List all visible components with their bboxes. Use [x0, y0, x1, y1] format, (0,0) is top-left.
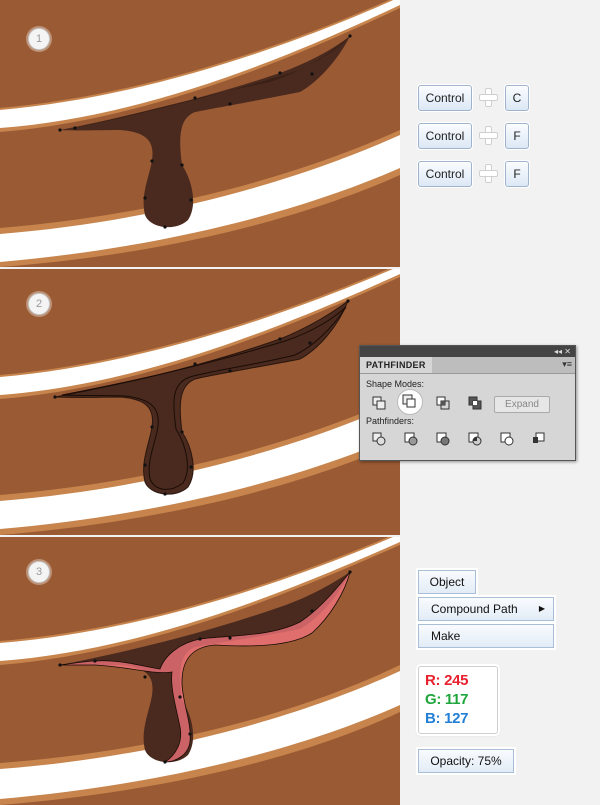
trim-icon[interactable]	[404, 432, 418, 446]
minus-front-icon[interactable]	[402, 394, 416, 408]
control-key: Control	[418, 123, 472, 149]
step-badge: 3	[28, 561, 50, 583]
plus-icon	[479, 126, 498, 145]
plus-icon	[479, 164, 498, 183]
g-value: G: 117	[425, 691, 469, 708]
canvas-panel-3: 3	[0, 537, 400, 805]
control-key: Control	[418, 161, 472, 187]
r-value: R: 245	[425, 672, 469, 689]
panel-titlebar: ◂◂ ✕	[360, 346, 575, 357]
f-key: F	[505, 123, 529, 149]
canvas-panel-2: 2	[0, 269, 400, 535]
crop-icon[interactable]	[468, 432, 482, 446]
canvas-panel-1: 1	[0, 0, 400, 267]
minus-back-icon[interactable]	[532, 432, 546, 446]
step-badge: 1	[28, 28, 50, 50]
outline-icon[interactable]	[500, 432, 514, 446]
collapse-close-controls[interactable]: ◂◂ ✕	[554, 346, 571, 357]
intersect-icon[interactable]	[436, 396, 450, 410]
rgb-color-card: R: 245 G: 117 B: 127	[418, 666, 498, 734]
exclude-icon[interactable]	[468, 396, 482, 410]
panel-menu-icon[interactable]: ▾≡	[562, 359, 572, 370]
pathfinder-panel: ◂◂ ✕ PATHFINDER ▾≡ Shape Modes: Expand P…	[359, 345, 576, 461]
f-key: F	[505, 161, 529, 187]
panel-tabbar: PATHFINDER ▾≡	[360, 357, 575, 374]
step-badge: 2	[28, 293, 50, 315]
c-key: C	[505, 85, 529, 111]
control-key: Control	[418, 85, 472, 111]
submenu-arrow-icon: ▶	[538, 604, 545, 613]
shape-modes-label: Shape Modes:	[366, 379, 425, 389]
opacity-field[interactable]: Opacity: 75%	[418, 749, 514, 773]
make-menu-item[interactable]: Make	[418, 624, 554, 648]
compound-path-menu-item[interactable]: Compound Path ▶	[418, 597, 554, 621]
expand-button[interactable]: Expand	[494, 396, 550, 413]
unite-icon[interactable]	[372, 396, 386, 410]
object-menu-button[interactable]: Object	[418, 570, 476, 594]
plus-icon	[479, 88, 498, 107]
b-value: B: 127	[425, 710, 469, 727]
divide-icon[interactable]	[372, 432, 386, 446]
pathfinders-label: Pathfinders:	[366, 416, 415, 426]
tab-pathfinder[interactable]: PATHFINDER	[360, 357, 432, 373]
merge-icon[interactable]	[436, 432, 450, 446]
compound-path-label: Compound Path	[431, 602, 518, 616]
